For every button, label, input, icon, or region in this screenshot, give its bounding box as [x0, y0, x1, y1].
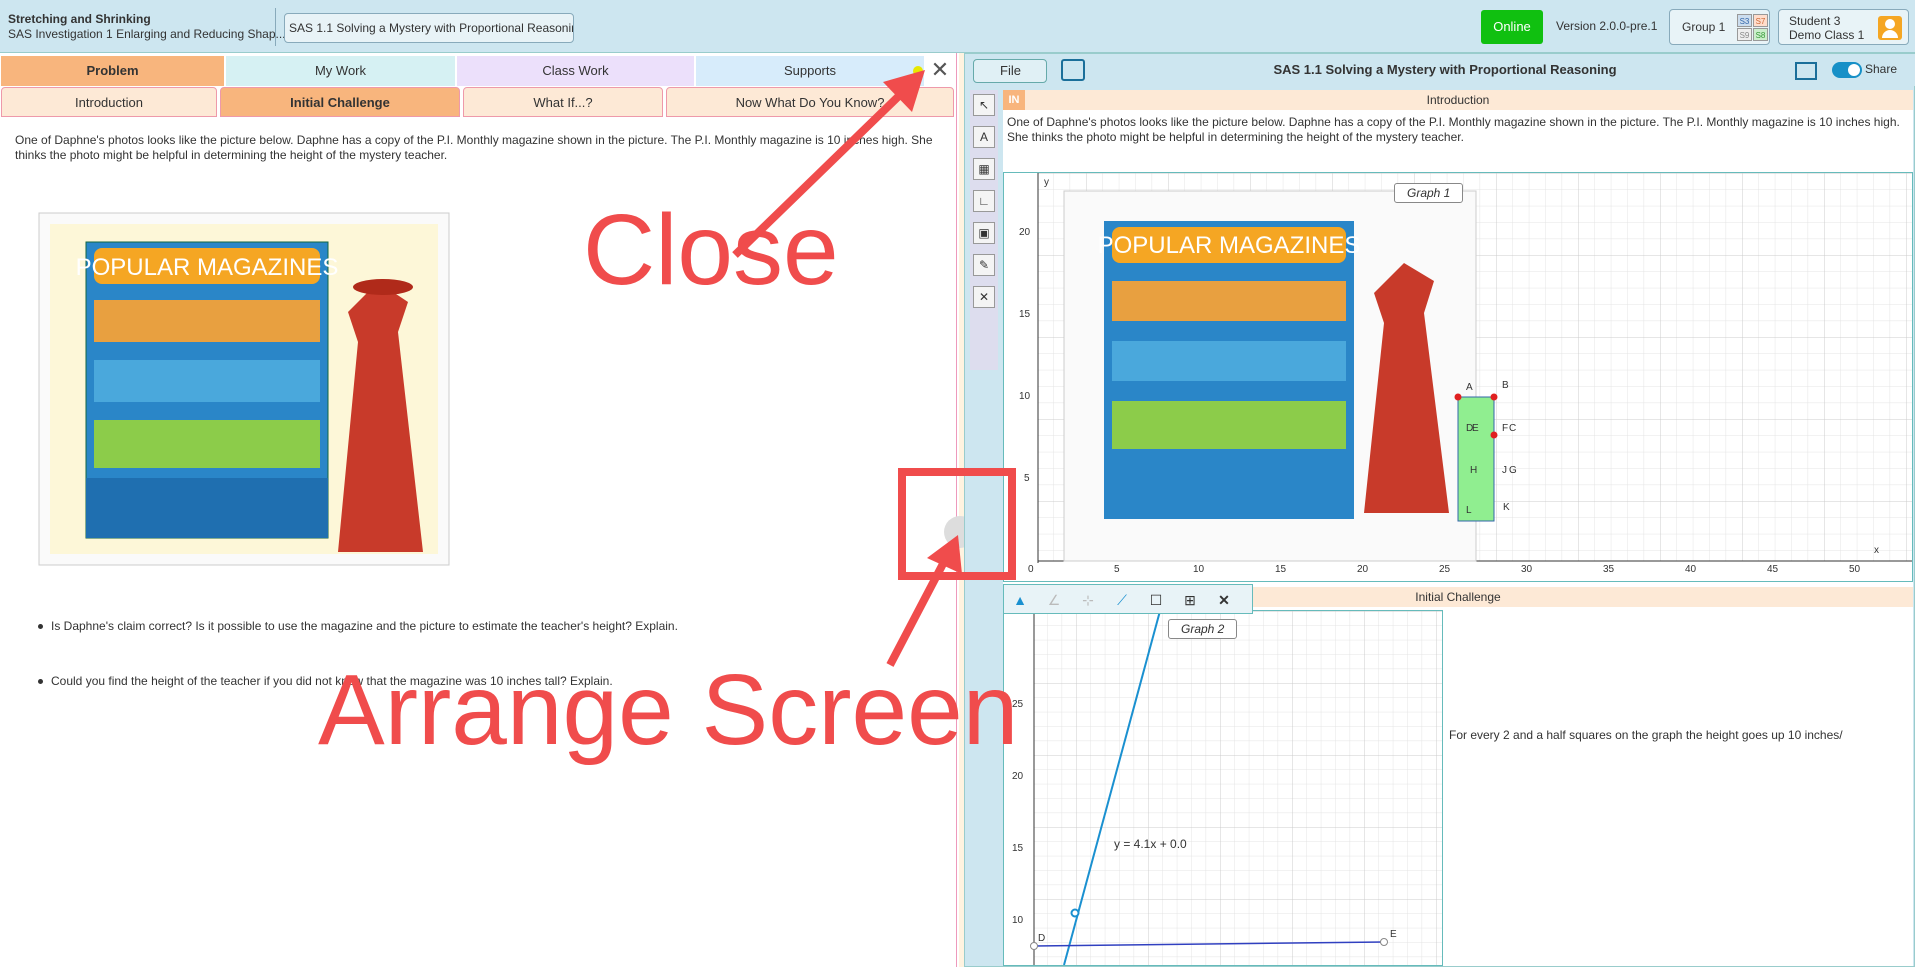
annotation-arrows — [732, 70, 962, 667]
